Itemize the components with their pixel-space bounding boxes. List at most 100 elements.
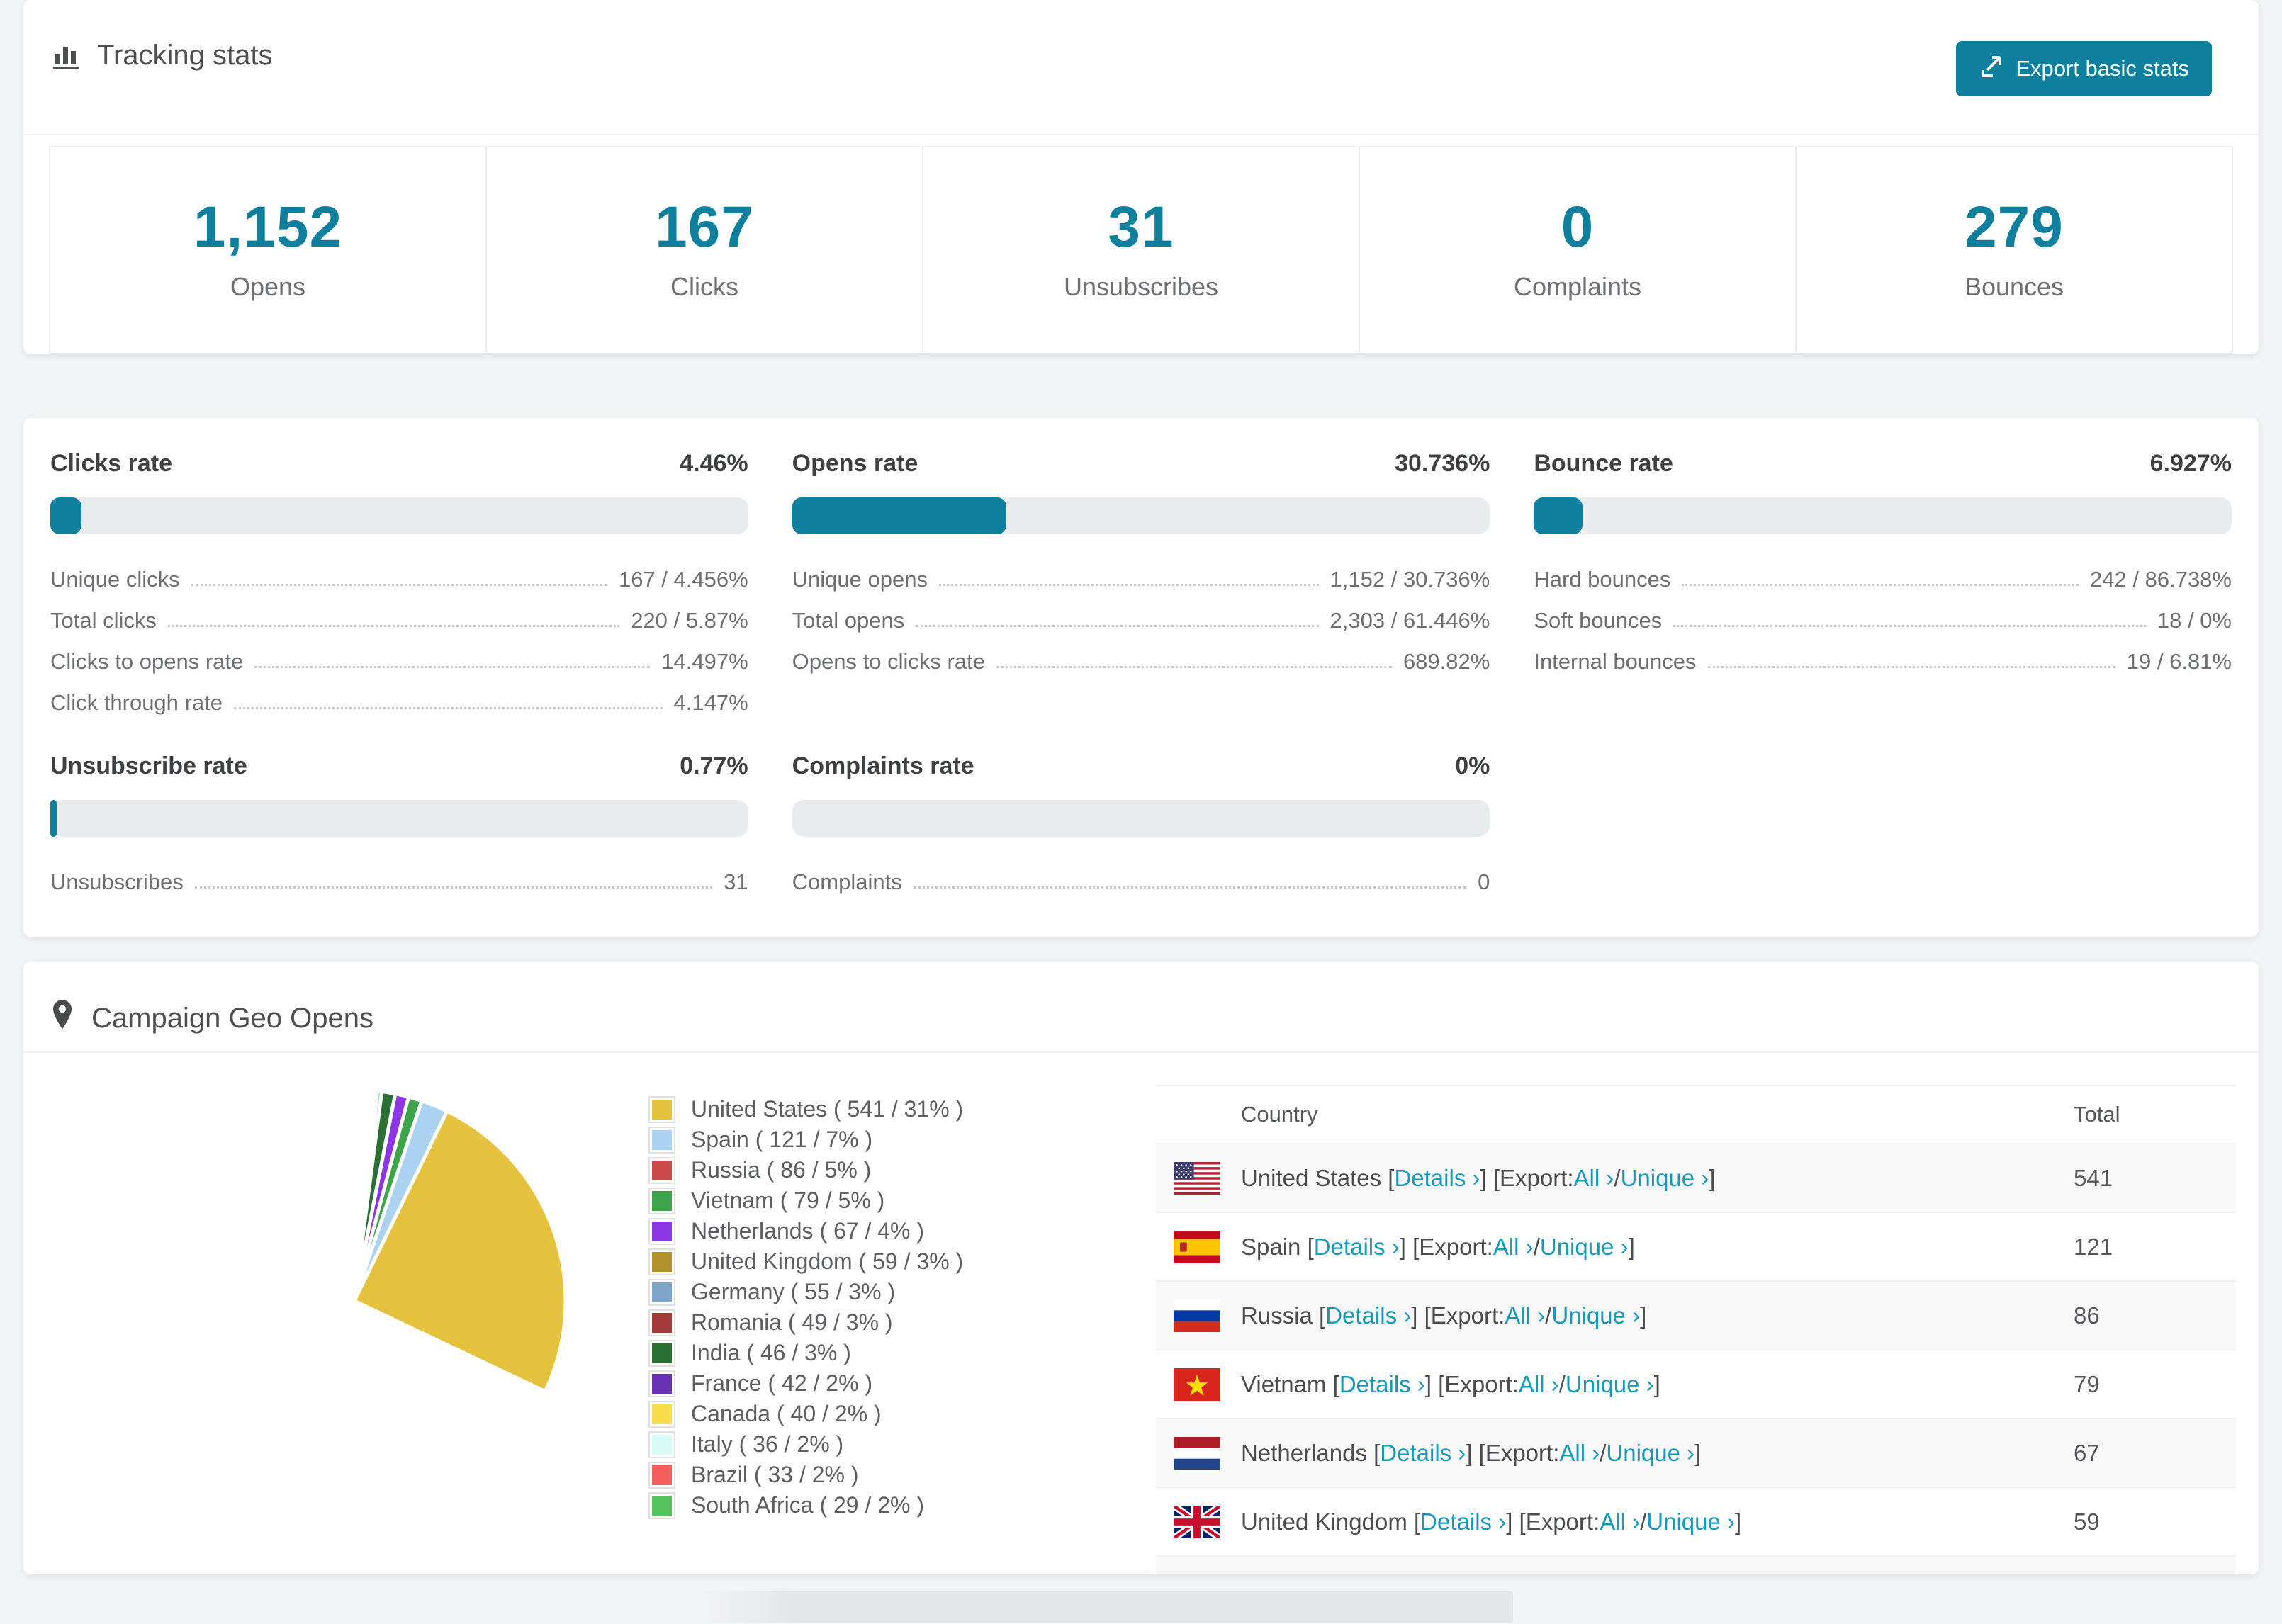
flag-ru-icon (1174, 1299, 1220, 1332)
rate-row-label: Total opens (792, 608, 905, 633)
legend-item-vietnam[interactable]: Vietnam ( 79 / 5% ) (648, 1185, 1116, 1216)
export-unique-link[interactable]: Unique › (1551, 1302, 1640, 1329)
legend-item-canada[interactable]: Canada ( 40 / 2% ) (648, 1399, 1116, 1429)
country-cell: United States [Details ›] [Export: All ›… (1174, 1161, 2074, 1195)
dotted-leader (916, 625, 1319, 627)
bracket: ] (1709, 1164, 1716, 1191)
rate-rows: Hard bounces 242 / 86.738% Soft bounces 18 … (1534, 568, 2232, 672)
legend-swatch (648, 1278, 675, 1306)
export-unique-link[interactable]: Unique › (1566, 1371, 1654, 1398)
export-all-link[interactable]: All › (1559, 1440, 1600, 1467)
legend-item-spain[interactable]: Spain ( 121 / 7% ) (648, 1124, 1116, 1155)
rate-title: Complaints rate (792, 752, 974, 779)
rate-row-label: Unsubscribes (50, 869, 184, 894)
legend-item-brazil[interactable]: Brazil ( 33 / 2% ) (648, 1460, 1116, 1490)
details-link[interactable]: Details › (1339, 1371, 1425, 1398)
geo-table-row-united-kingdom: United Kingdom [Details ›] [Export: All … (1156, 1487, 2236, 1555)
legend-label: United Kingdom ( 59 / 3% ) (691, 1248, 964, 1274)
rate-row-total-opens: Total opens 2,303 / 61.446% (792, 609, 1490, 631)
country-name: Russia (1241, 1302, 1320, 1329)
legend-swatch (648, 1400, 675, 1428)
country-total: 59 (2074, 1508, 2100, 1535)
legend-swatch (648, 1309, 675, 1336)
rate-row-internal-bounces: Internal bounces 19 / 6.81% (1534, 650, 2232, 672)
details-link[interactable]: Details › (1380, 1440, 1466, 1467)
rate-row-clicks-to-opens-rate: Clicks to opens rate 14.497% (50, 650, 748, 672)
column-total: Total (2074, 1102, 2120, 1127)
legend-swatch (648, 1217, 675, 1245)
legend-item-russia[interactable]: Russia ( 86 / 5% ) (648, 1155, 1116, 1185)
legend-swatch (648, 1187, 675, 1214)
legend-item-united-states[interactable]: United States ( 541 / 31% ) (648, 1094, 1116, 1124)
rate-row-value: 18 / 0% (2157, 608, 2232, 633)
rate-row-value: 4.147% (673, 690, 748, 715)
export-all-link[interactable]: All › (1505, 1302, 1545, 1329)
bracket: ] [Export: (1466, 1439, 1560, 1466)
country-total: 79 (2074, 1370, 2100, 1397)
bracket: ] [Export: (1506, 1508, 1600, 1535)
rate-row-unique-opens: Unique opens 1,152 / 30.736% (792, 568, 1490, 590)
legend-label: India ( 46 / 3% ) (691, 1340, 851, 1365)
export-button-label: Export basic stats (2016, 56, 2189, 81)
legend-item-india[interactable]: India ( 46 / 3% ) (648, 1338, 1116, 1368)
legend-swatch (648, 1431, 675, 1458)
country-name: Netherlands (1241, 1439, 1374, 1466)
export-unique-link[interactable]: Unique › (1621, 1165, 1709, 1192)
stat-box-unsubscribes: 31 Unsubscribes (922, 146, 1360, 354)
rate-row-value: 14.497% (661, 649, 748, 674)
legend-label: Brazil ( 33 / 2% ) (691, 1462, 859, 1487)
rate-percent: 4.46% (680, 450, 748, 477)
stat-value: 167 (655, 195, 754, 259)
pie-slice-other[interactable] (352, 1088, 358, 1302)
geo-table-row-united-states: United States [Details ›] [Export: All ›… (1156, 1143, 2236, 1212)
legend-item-italy[interactable]: Italy ( 36 / 2% ) (648, 1429, 1116, 1460)
country-cell: United Kingdom [Details ›] [Export: All … (1174, 1505, 2074, 1538)
dotted-leader (996, 666, 1392, 668)
legend-swatch (648, 1370, 675, 1397)
rate-row-value: 167 / 4.456% (618, 567, 748, 592)
flag-nl-icon (1174, 1436, 1220, 1470)
slash: / (1558, 1370, 1566, 1397)
country-cell: Germany [Details ›] [Export: All › / Uni… (1174, 1574, 2074, 1575)
legend-item-romania[interactable]: Romania ( 49 / 3% ) (648, 1307, 1116, 1338)
export-all-link[interactable]: All › (1519, 1371, 1559, 1398)
rate-panel-unsubscribe-rate: Unsubscribe rate 0.77% Unsubscribes 31 (50, 752, 748, 893)
legend-swatch (648, 1339, 675, 1367)
legend-item-france[interactable]: France ( 42 / 2% ) (648, 1368, 1116, 1399)
details-link[interactable]: Details › (1394, 1165, 1480, 1192)
legend-item-south-africa[interactable]: South Africa ( 29 / 2% ) (648, 1490, 1116, 1521)
export-all-link[interactable]: All › (1600, 1509, 1640, 1535)
export-unique-link[interactable]: Unique › (1606, 1440, 1694, 1467)
dotted-leader (913, 886, 1467, 889)
column-country: Country (1241, 1102, 1318, 1127)
rates-grid: Clicks rate 4.46% Unique clicks 167 / 4.456… (50, 450, 2232, 893)
rate-percent: 0% (1455, 752, 1490, 779)
flag-de-icon (1174, 1574, 1220, 1575)
export-unique-link[interactable]: Unique › (1540, 1234, 1629, 1261)
tracking-stats-header: Tracking stats Export basic stats (23, 0, 2259, 135)
legend-item-germany[interactable]: Germany ( 55 / 3% ) (648, 1277, 1116, 1307)
legend-item-netherlands[interactable]: Netherlands ( 67 / 4% ) (648, 1216, 1116, 1246)
details-link[interactable]: Details › (1314, 1234, 1400, 1261)
dotted-leader (167, 625, 620, 627)
rate-row-value: 242 / 86.738% (2090, 567, 2232, 592)
export-unique-link[interactable]: Unique › (1646, 1509, 1735, 1535)
export-all-link[interactable]: All › (1493, 1234, 1534, 1261)
legend-item-united-kingdom[interactable]: United Kingdom ( 59 / 3% ) (648, 1246, 1116, 1277)
details-link[interactable]: Details › (1420, 1509, 1506, 1535)
export-all-link[interactable]: All › (1574, 1165, 1614, 1192)
bracket: [ (1332, 1370, 1339, 1397)
geo-body: United States ( 541 / 31% ) Spain ( 121 /… (23, 1053, 2259, 1574)
rate-rows: Unsubscribes 31 (50, 871, 748, 893)
dotted-leader (194, 886, 713, 889)
export-basic-stats-button[interactable]: Export basic stats (1956, 41, 2212, 96)
export-icon (1979, 53, 2004, 84)
rate-row-unsubscribes: Unsubscribes 31 (50, 871, 748, 893)
rate-panel-opens-rate: Opens rate 30.736% Unique opens 1,152 / 30.… (792, 450, 1490, 714)
scroll-shade (698, 1591, 1513, 1623)
page-title: Tracking stats (97, 40, 273, 71)
details-link[interactable]: Details › (1325, 1302, 1411, 1329)
rate-rows: Complaints 0 (792, 871, 1490, 893)
rate-row-value: 1,152 / 30.736% (1330, 567, 1490, 592)
rate-row-label: Soft bounces (1534, 608, 1663, 633)
